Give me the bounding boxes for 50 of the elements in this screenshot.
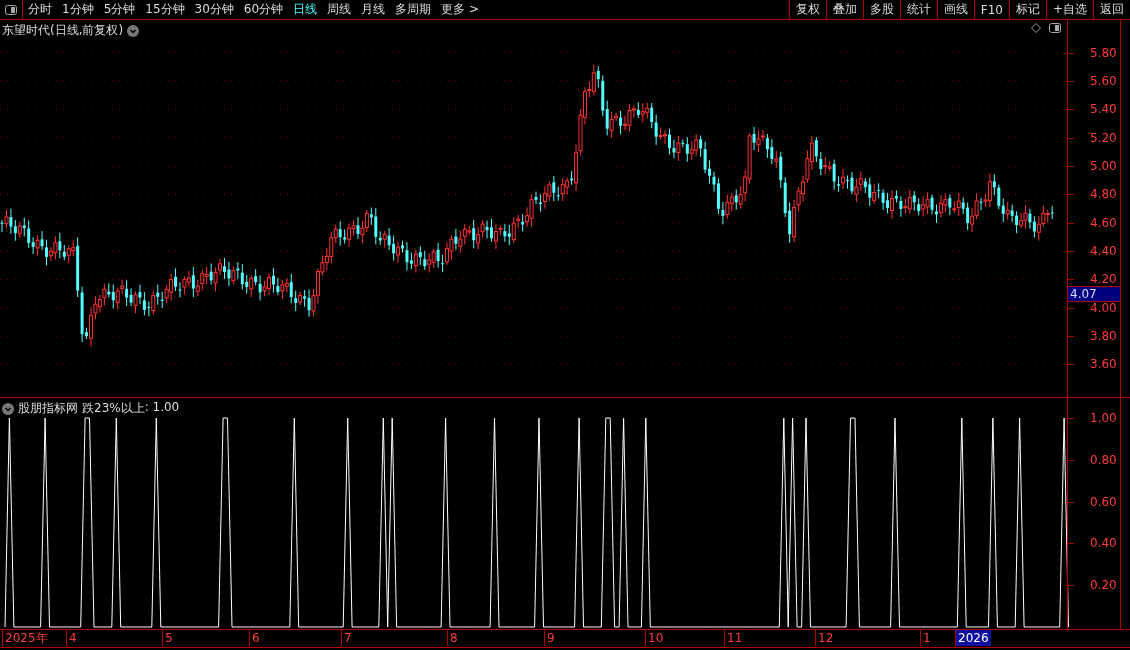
indicator-tick-label: 0.40: [1090, 536, 1117, 551]
dropdown-icon[interactable]: [2, 402, 14, 415]
price-tick-label: 3.60: [1090, 357, 1117, 372]
indicator-name: 股朋指标网: [18, 400, 78, 417]
indicator-reading: : 1.00: [144, 400, 180, 416]
indicator-tick-label: 0.80: [1090, 452, 1117, 467]
price-tick-label: 5.20: [1090, 130, 1117, 145]
panel-toggle-icon[interactable]: [5, 4, 17, 15]
price-tick-label: 3.80: [1090, 329, 1117, 344]
series-name: 跌23%以上: [82, 400, 145, 417]
period-tab[interactable]: 周线: [322, 0, 357, 19]
date-label: 10: [645, 630, 666, 646]
price-tick-label: 5.00: [1090, 158, 1117, 173]
price-tick-label: 4.40: [1090, 244, 1117, 258]
date-label: 7: [341, 630, 354, 646]
price-tick-label: 4.20: [1090, 272, 1117, 287]
period-tab[interactable]: 5分钟: [98, 0, 141, 19]
price-tick-label: 4.60: [1090, 215, 1117, 230]
price-tick-label: 5.60: [1090, 73, 1117, 88]
date-label: 1: [920, 630, 933, 646]
dropdown-icon[interactable]: [127, 24, 140, 37]
price-tick-label: 5.40: [1090, 102, 1117, 117]
date-label: 9: [544, 630, 557, 646]
date-label: 5: [162, 630, 175, 646]
indicator-tick-label: 1.00: [1090, 411, 1117, 425]
date-label: 2026: [955, 630, 991, 646]
current-price-label: 4.07: [1068, 285, 1120, 302]
date-label: 11: [724, 630, 745, 646]
period-tab[interactable]: 日线: [288, 0, 323, 19]
panel-toggle-icon[interactable]: [1049, 23, 1061, 33]
period-tab[interactable]: 月线: [356, 0, 391, 19]
date-label: 2025年: [2, 630, 50, 646]
chart-title: 东望时代(日线,前复权): [2, 22, 124, 39]
period-tab[interactable]: 1分钟: [57, 0, 99, 19]
diamond-icon[interactable]: [1031, 23, 1041, 33]
period-tab[interactable]: 更多 >: [436, 0, 484, 19]
period-tab[interactable]: 60分钟: [238, 0, 289, 19]
period-tab[interactable]: 分时: [23, 0, 57, 19]
period-tab[interactable]: 15分钟: [140, 0, 190, 19]
indicator-tick-label: 0.20: [1090, 578, 1117, 593]
date-label: 4: [66, 630, 79, 646]
date-label: 8: [447, 630, 460, 646]
date-label: 6: [249, 630, 262, 646]
period-tab[interactable]: 多周期: [390, 0, 437, 19]
price-tick-label: 5.80: [1090, 45, 1117, 60]
period-tab[interactable]: 30分钟: [189, 0, 239, 19]
price-tick-label: 4.80: [1090, 187, 1117, 202]
date-label: 12: [815, 630, 836, 646]
price-tick-label: 4.00: [1090, 300, 1117, 315]
indicator-tick-label: 0.60: [1090, 494, 1117, 509]
